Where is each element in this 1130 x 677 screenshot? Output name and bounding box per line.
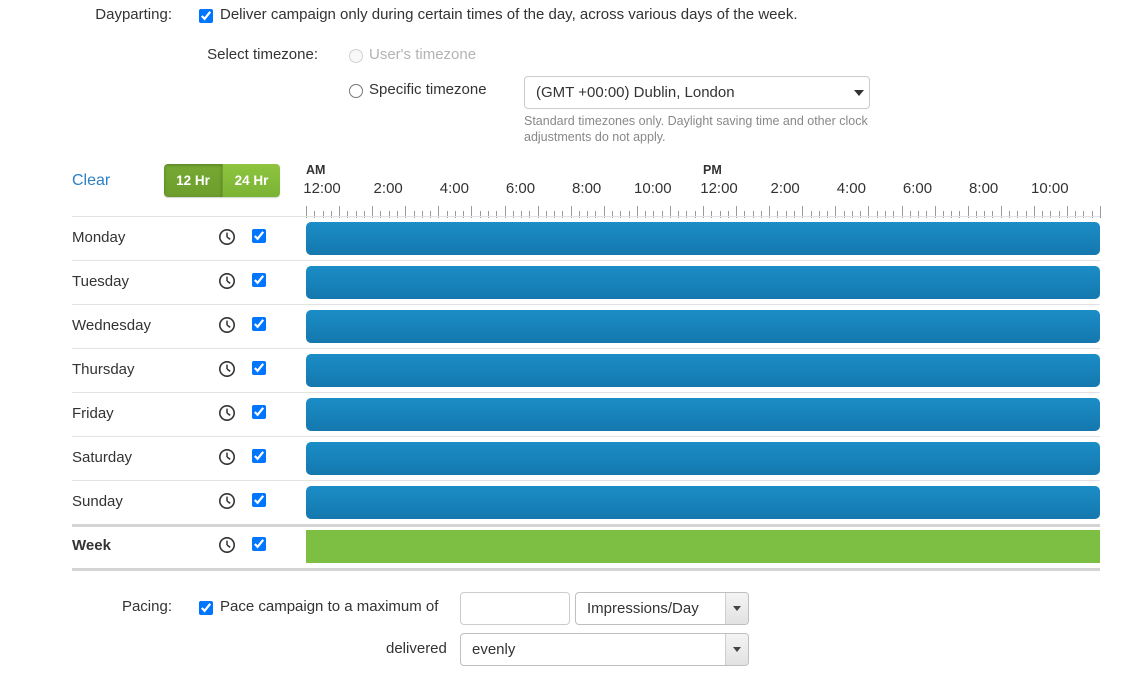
chevron-down-icon [849, 77, 869, 108]
deliver-campaign-text: Deliver campaign only during certain tim… [220, 6, 798, 23]
ruler-label-pm-0: 12:00 [700, 180, 738, 197]
row-enable-checkbox[interactable] [252, 405, 266, 419]
schedule-row-monday: Monday [0, 216, 1130, 260]
timezone-select-value: (GMT +00:00) Dublin, London [536, 84, 735, 101]
schedule-row-tuesday: Tuesday [0, 260, 1130, 304]
ruler-label-pm-1: 2:00 [770, 180, 800, 197]
am-label: AM [306, 163, 326, 177]
timezone-help-text: Standard timezones only. Daylight saving… [524, 114, 868, 144]
row-enable-checkbox[interactable] [252, 229, 266, 243]
schedule-grid: Monday Tuesday Wednesday Thursday Friday Satu… [0, 216, 1130, 572]
schedule-row-thursday: Thursday [0, 348, 1130, 392]
select-timezone-label: Select timezone: [207, 46, 318, 63]
dayparting-pacing-panel: Dayparting: Deliver campaign only during… [0, 0, 1130, 677]
chevron-down-icon [725, 593, 748, 624]
ruler-label-am-2: 4:00 [439, 180, 469, 197]
row-enable-checkbox[interactable] [252, 317, 266, 331]
clock-icon[interactable] [218, 316, 236, 334]
deliver-campaign-checkbox[interactable] [199, 9, 213, 23]
pacing-unit-select[interactable]: Impressions/Day [575, 592, 749, 625]
day-label: Thursday [72, 361, 135, 378]
clock-icon[interactable] [218, 536, 236, 554]
clear-link[interactable]: Clear [72, 172, 110, 190]
ruler-label-am-4: 8:00 [572, 180, 602, 197]
clock-icon[interactable] [218, 272, 236, 290]
schedule-bar[interactable] [306, 354, 1100, 387]
schedule-bar[interactable] [306, 486, 1100, 519]
row-separator [72, 392, 1100, 393]
dayparting-section: Dayparting: Deliver campaign only during… [0, 6, 1130, 32]
pacing-amount-input[interactable] [460, 592, 570, 625]
clock-icon[interactable] [218, 404, 236, 422]
row-separator [72, 524, 1100, 527]
clock-icon[interactable] [218, 360, 236, 378]
row-separator [72, 304, 1100, 305]
schedule-row-friday: Friday [0, 392, 1130, 436]
pacing-checkbox[interactable] [199, 601, 213, 615]
day-label: Saturday [72, 449, 133, 466]
hour-format-toggle: 12 Hr 24 Hr [164, 164, 280, 197]
schedule-row-week: Week [0, 524, 1130, 568]
timezone-select[interactable]: (GMT +00:00) Dublin, London [524, 76, 870, 109]
schedule-bar[interactable] [306, 266, 1100, 299]
row-separator [72, 436, 1100, 437]
day-label: Tuesday [72, 273, 129, 290]
ruler-label-pm-5: 10:00 [1031, 180, 1069, 197]
row-separator [72, 348, 1100, 349]
day-label: Wednesday [72, 317, 151, 334]
schedule-row-sunday: Sunday [0, 480, 1130, 524]
row-enable-checkbox[interactable] [252, 449, 266, 463]
ruler-label-pm-3: 6:00 [902, 180, 933, 197]
row-enable-checkbox[interactable] [252, 537, 266, 551]
row-separator [72, 216, 1100, 217]
users-timezone-label: User's timezone [369, 46, 477, 63]
schedule-bar[interactable] [306, 310, 1100, 343]
day-label: Week [72, 537, 111, 554]
row-separator [72, 260, 1100, 261]
pacing-text: Pace campaign to a maximum of [220, 598, 439, 615]
pacing-unit-value: Impressions/Day [587, 600, 699, 617]
specific-timezone-radio[interactable] [349, 84, 363, 98]
row-separator [72, 480, 1100, 481]
row-enable-checkbox[interactable] [252, 493, 266, 507]
schedule-bar[interactable] [306, 530, 1100, 563]
day-label: Friday [72, 405, 114, 422]
row-separator [72, 568, 1100, 571]
clock-icon[interactable] [218, 228, 236, 246]
clock-icon[interactable] [218, 492, 236, 510]
ruler-label-am-0: 12:00 [303, 180, 341, 197]
delivered-label: delivered [386, 640, 447, 657]
specific-timezone-label: Specific timezone [369, 81, 487, 98]
ruler-label-am-5: 10:00 [634, 180, 672, 197]
delivery-mode-select[interactable]: evenly [460, 633, 749, 666]
day-label: Monday [72, 229, 126, 246]
dayparting-label: Dayparting: [95, 6, 172, 23]
row-enable-checkbox[interactable] [252, 361, 266, 375]
row-enable-checkbox[interactable] [252, 273, 266, 287]
hour-format-12-button[interactable]: 12 Hr [164, 164, 222, 197]
delivery-mode-value: evenly [472, 641, 516, 658]
chevron-down-icon [725, 634, 748, 665]
ruler-label-pm-4: 8:00 [969, 180, 999, 197]
pm-label: PM [703, 163, 722, 177]
schedule-bar[interactable] [306, 442, 1100, 475]
users-timezone-radio[interactable] [349, 49, 363, 63]
ruler-label-am-3: 6:00 [505, 180, 536, 197]
ruler-label-am-1: 2:00 [373, 180, 403, 197]
schedule-row-wednesday: Wednesday [0, 304, 1130, 348]
ruler-label-pm-2: 4:00 [836, 180, 866, 197]
schedule-row-saturday: Saturday [0, 436, 1130, 480]
schedule-bar[interactable] [306, 398, 1100, 431]
day-label: Sunday [72, 493, 123, 510]
time-ruler: AM PM 12:00 2:00 4:00 6:00 8:00 10:00 12:00 2:0… [303, 163, 1101, 218]
hour-format-24-button[interactable]: 24 Hr [222, 164, 280, 197]
schedule-bar[interactable] [306, 222, 1100, 255]
pacing-label: Pacing: [121, 598, 172, 615]
grid-bottom-separator [0, 568, 1130, 572]
clock-icon[interactable] [218, 448, 236, 466]
